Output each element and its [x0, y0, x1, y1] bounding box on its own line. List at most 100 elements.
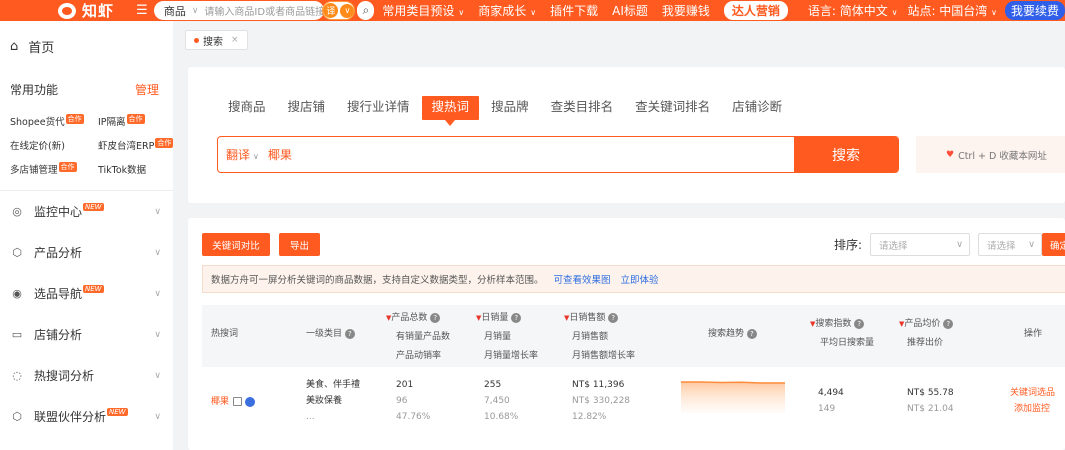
confirm-button[interactable]: 确定: [1042, 233, 1065, 256]
talent-marketing-button[interactable]: 达人营销: [723, 1, 788, 20]
search-button[interactable]: 搜索: [794, 137, 898, 172]
shopee-icon[interactable]: [245, 396, 256, 407]
top-link-earn[interactable]: 我要赚钱: [662, 2, 710, 19]
tool-online-pricing[interactable]: 在线定价(新): [10, 138, 98, 152]
common-functions-header: 常用功能 管理: [0, 71, 173, 98]
keyword-search-bar: 翻译 ∨ 椰果 搜索: [217, 136, 899, 173]
keyword-search-input[interactable]: 椰果: [268, 146, 794, 163]
top-search-box[interactable]: 商品 ∨ 请输入商品ID或者商品链接: [153, 1, 325, 20]
top-search-button[interactable]: ⌕: [357, 1, 375, 20]
sort-select-2[interactable]: 请选择 ∨: [978, 233, 1043, 256]
top-link-plugin-download[interactable]: 插件下载: [550, 2, 598, 19]
search-icon: ⌕: [362, 3, 370, 17]
daily-revenue-cell: NT$ 11,396 NT$ 330,228 12.82%: [572, 380, 631, 422]
translate-toggle[interactable]: 译 ∨: [322, 1, 356, 20]
active-dot-icon: [194, 37, 199, 43]
search-category-select[interactable]: 商品: [164, 3, 186, 19]
close-icon[interactable]: ×: [231, 35, 239, 45]
common-tools: Shopee货代 合作 IP隔离 合作 在线定价(新) 虾皮台湾ERP 合作 多店铺管…: [0, 98, 174, 176]
search-card: 搜商品 搜店铺 搜行业详情 搜热词 搜品牌 查类目排名 查关键词排名 店铺诊断 …: [188, 67, 1065, 203]
bookmark-hint[interactable]: ♥ Ctrl + D 收藏本网址: [916, 136, 1065, 173]
keyword-compare-button[interactable]: 关键词对比: [202, 233, 270, 256]
chevron-down-icon: ∨: [530, 8, 537, 17]
tab-search-products[interactable]: 搜商品: [228, 96, 266, 120]
manage-link[interactable]: 管理: [135, 81, 159, 98]
sidebar-item-store-analysis[interactable]: ▭ 店铺分析 ∨: [0, 314, 173, 355]
help-icon[interactable]: ?: [854, 318, 865, 329]
tool-ip-isolation[interactable]: IP隔离 合作: [98, 114, 178, 128]
daily-sales-cell: 255 7,450 10.68%: [484, 380, 519, 422]
tab-industry-details[interactable]: 搜行业详情: [347, 96, 410, 120]
page-tab-search[interactable]: 搜索 ×: [185, 30, 248, 50]
logo-text: 知虾: [82, 2, 115, 20]
menu-icon[interactable]: ☰: [136, 3, 148, 18]
logo[interactable]: 知虾: [0, 0, 132, 21]
store-icon: ▭: [11, 328, 23, 341]
keyword-link[interactable]: 椰果: [211, 397, 229, 407]
operations-cell: 关键词选品 添加监控: [1010, 385, 1055, 417]
sidebar-item-hot-keyword-analysis[interactable]: ◌ 热搜词分析 ∨: [0, 355, 173, 396]
avg-price-cell: NT$ 55.78 NT$ 21.04: [907, 388, 954, 414]
tool-shopee-tw-erp[interactable]: 虾皮台湾ERP 合作: [98, 138, 178, 152]
tab-store-diagnosis[interactable]: 店铺诊断: [732, 96, 782, 120]
col-hot-word: 热搜词: [211, 329, 239, 339]
help-icon[interactable]: ?: [746, 328, 757, 339]
tab-category-ranking[interactable]: 查类目排名: [551, 96, 614, 120]
notice-banner: 数据方舟可一屏分析关键词的商品数据，支持自定义数据类型，分析样本范围。 可查看效…: [202, 265, 1065, 293]
tool-multi-store[interactable]: 多店铺管理 合作: [10, 162, 98, 176]
col-search-index[interactable]: ▼搜索指数 ? 平均日搜索量: [810, 315, 874, 353]
chevron-down-icon: ∨: [340, 3, 355, 18]
sidebar-item-selection-nav[interactable]: ◉ 选品导航 NEW ∨: [0, 273, 173, 314]
top-link-merchant-growth[interactable]: 商家成长 ∨: [478, 2, 536, 19]
category-cell: 美食、伴手禮 美妝保養 ...: [306, 380, 361, 422]
sort-bar: 排序: 请选择 ∨ 请选择 ∨: [834, 233, 1043, 256]
top-link-category-preset[interactable]: 常用类目预设 ∨: [382, 2, 464, 19]
chevron-down-icon: ∨: [991, 8, 997, 17]
top-search-input[interactable]: 请输入商品ID或者商品链接: [204, 3, 324, 18]
tool-tiktok-data[interactable]: TikTok数据: [98, 162, 178, 176]
copy-icon[interactable]: [233, 397, 243, 406]
keyword-cell: 椰果: [211, 394, 256, 410]
sidebar-nav: ◎ 监控中心 NEW ∨ ⬡ 产品分析 ∨ ◉ 选品导航 NEW ∨ ▭ 店铺分析 …: [0, 191, 173, 437]
sidebar-item-home[interactable]: ⌂ 首页: [0, 21, 173, 71]
col-daily-revenue[interactable]: ▼日销售额 ? 月销售额 月销售额增长率: [564, 309, 635, 366]
chat-icon: ◌: [12, 369, 22, 382]
compass-icon: ◉: [12, 287, 22, 300]
chevron-down-icon: ∨: [154, 206, 161, 217]
tab-hot-keywords[interactable]: 搜热词: [421, 96, 480, 126]
sidebar-item-monitor-center[interactable]: ◎ 监控中心 NEW ∨: [0, 191, 173, 232]
chevron-down-icon: ∨: [154, 247, 161, 258]
sidebar-item-product-analysis[interactable]: ⬡ 产品分析 ∨: [0, 232, 173, 273]
sidebar-item-affiliate-analysis[interactable]: ⬡ 联盟伙伴分析 NEW ∨: [0, 396, 173, 437]
help-icon[interactable]: ?: [608, 312, 619, 323]
help-icon[interactable]: ?: [943, 318, 954, 329]
common-functions-title: 常用功能: [10, 83, 59, 97]
tab-search-brands[interactable]: 搜品牌: [491, 96, 529, 120]
export-button[interactable]: 导出: [279, 233, 320, 256]
language-select[interactable]: 语言: 简体中文 ∨: [808, 2, 898, 19]
col-avg-price[interactable]: ▼产品均价 ? 推荐出价: [899, 315, 954, 353]
partner-badge: 合作: [65, 114, 84, 124]
translate-select[interactable]: 翻译 ∨: [218, 146, 268, 163]
sidebar: ⌂ 首页 常用功能 管理 Shopee货代 合作 IP隔离 合作 在线定价(新) 虾…: [0, 21, 174, 450]
try-now-link[interactable]: 立即体验: [621, 272, 659, 286]
new-badge: NEW: [83, 203, 104, 211]
top-link-ai-title[interactable]: AI标题: [612, 2, 648, 19]
tab-keyword-ranking[interactable]: 查关键词排名: [635, 96, 710, 120]
add-monitor-link[interactable]: 添加监控: [1014, 404, 1050, 414]
translate-icon: 译: [323, 3, 339, 18]
renew-button[interactable]: 我要续费: [1004, 1, 1065, 20]
view-example-link[interactable]: 可查看效果图: [554, 272, 611, 286]
tab-search-stores[interactable]: 搜店铺: [288, 96, 326, 120]
chevron-down-icon: ∨: [458, 8, 465, 17]
tool-shopee-forwarder[interactable]: Shopee货代 合作: [10, 114, 98, 128]
col-daily-sales[interactable]: ▼日销量 ? 月销量 月销量增长率: [476, 309, 538, 366]
help-icon[interactable]: ?: [344, 328, 355, 339]
site-select[interactable]: 站点: 中国台湾 ∨: [907, 2, 997, 19]
sort-select-1[interactable]: 请选择 ∨: [870, 233, 971, 256]
keyword-selection-link[interactable]: 关键词选品: [1010, 388, 1055, 398]
col-product-total[interactable]: ▼产品总数 ? 有销量产品数 产品动销率: [386, 309, 450, 366]
help-icon[interactable]: ?: [511, 312, 522, 323]
help-icon[interactable]: ?: [430, 312, 441, 323]
chevron-down-icon: ∨: [253, 152, 259, 161]
